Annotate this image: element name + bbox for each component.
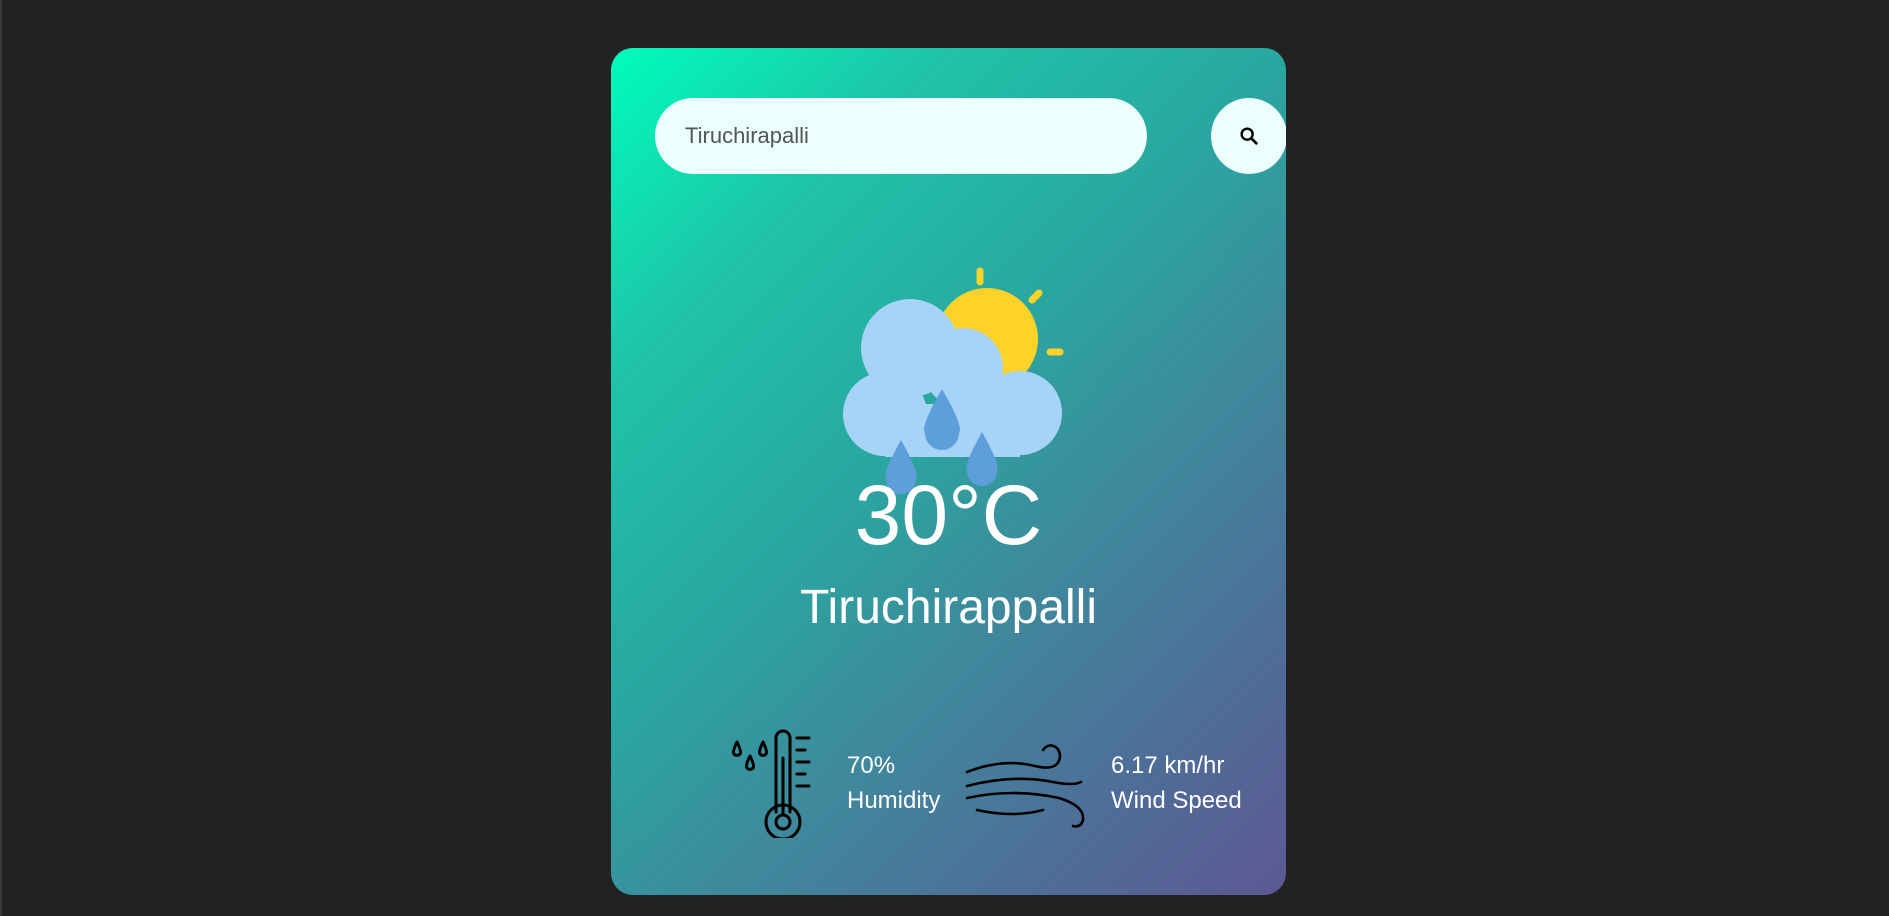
humidity-thermometer-icon: [731, 729, 811, 838]
search-icon: [1240, 127, 1258, 145]
humidity-detail: 70% Humidity: [729, 728, 940, 838]
temperature: 30°C: [854, 468, 1043, 562]
search-input[interactable]: [655, 98, 1147, 174]
search-button[interactable]: [1211, 98, 1286, 174]
city-name: Tiruchirappalli: [800, 581, 1097, 634]
wind-icon: [965, 744, 1085, 828]
rain-cloud-sun-icon: [843, 267, 1064, 494]
window-edge: [0, 0, 2, 916]
humidity-value: 70%: [847, 752, 896, 779]
wind-label: Wind Speed: [1111, 787, 1242, 814]
weather-card: 30°C Tiruchirappalli: [611, 48, 1286, 895]
wind-value: 6.17 km/hr: [1111, 752, 1225, 779]
weather-details: 70% Humidity 6.17 km/hr Wind Speed: [611, 728, 1286, 848]
search-bar: [655, 98, 1286, 174]
wind-detail: 6.17 km/hr Wind Speed: [963, 728, 1242, 838]
humidity-label: Humidity: [847, 787, 941, 814]
